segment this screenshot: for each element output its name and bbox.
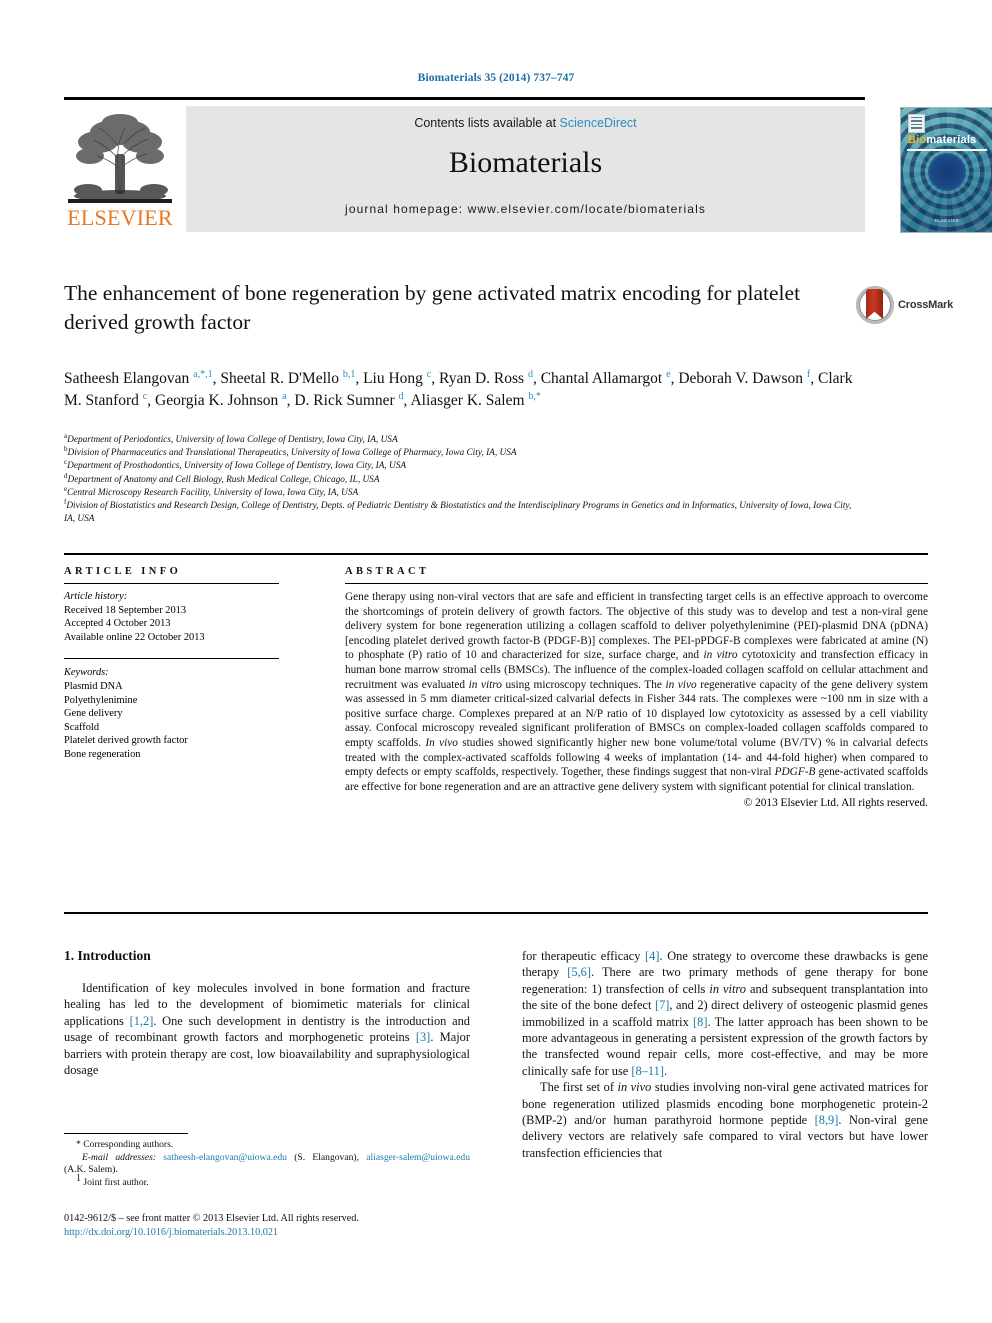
journal-homepage-link[interactable]: journal homepage: www.elsevier.com/locat…: [186, 202, 865, 216]
history-item: Received 18 September 2013: [64, 604, 187, 616]
corresponding-authors-note: * Corresponding authors.: [76, 1139, 174, 1150]
cover-footer-text: ELSEVIER: [934, 218, 960, 223]
body-column-right: for therapeutic efficacy [4]. One strate…: [522, 948, 928, 1161]
doi-link[interactable]: http://dx.doi.org/10.1016/j.biomaterials…: [64, 1226, 564, 1240]
affiliation-item: aDepartment of Periodontics, University …: [64, 432, 864, 447]
affiliation-text: Division of Pharmaceutics and Translatio…: [67, 448, 517, 459]
email-owner-2: (A.K. Salem).: [64, 1164, 118, 1176]
affiliation-text: Division of Biostatistics and Research D…: [64, 501, 852, 525]
email-link-1[interactable]: satheesh-elangovan@uiowa.edu: [163, 1152, 287, 1163]
abstract-rule: [345, 583, 928, 584]
article-info-heading: ARTICLE INFO: [64, 566, 182, 577]
cover-title: Biomaterials: [908, 134, 976, 146]
journal-masthead: ELSEVIER Contents lists available at Sci…: [64, 97, 992, 233]
affiliation-text: Central Microscopy Research Facility, Un…: [67, 487, 359, 498]
cover-title-bio: Bio: [908, 134, 927, 146]
running-head: Biomaterials 35 (2014) 737–747: [417, 72, 575, 84]
crossmark-icon: [856, 286, 894, 324]
abstract-heading: ABSTRACT: [345, 566, 430, 577]
intro-paragraph-right-1: for therapeutic efficacy [4]. One strate…: [522, 949, 928, 1078]
journal-cover-thumbnail: Biomaterials ELSEVIER: [900, 107, 992, 233]
history-item: Available online 22 October 2013: [64, 631, 205, 643]
joint-author-marker: 1: [76, 1172, 81, 1184]
keywords-label: Keywords:: [64, 667, 109, 679]
intro-paragraph-right-2: The first set of in vivo studies involvi…: [522, 1080, 929, 1160]
elsevier-wordmark: ELSEVIER: [67, 205, 173, 230]
affiliation-item: dDepartment of Anatomy and Cell Biology,…: [64, 472, 864, 487]
issn-line: 0142-9612/$ – see front matter © 2013 El…: [64, 1213, 359, 1224]
abstract-text: Gene therapy using non-viral vectors tha…: [345, 591, 929, 793]
page-title: The enhancement of bone regeneration by …: [64, 281, 801, 334]
author-list: Satheesh Elangovan a,*,1, Sheetal R. D'M…: [64, 368, 853, 409]
info-abstract-bottom-rule: [64, 912, 928, 914]
article-info-column: ARTICLE INFO Article history: Received 1…: [64, 566, 279, 762]
affiliation-text: Department of Periodontics, University o…: [67, 435, 398, 445]
introduction-heading: 1. Introduction: [64, 948, 151, 963]
affiliation-text: Department of Prosthodontics, University…: [67, 461, 407, 472]
crossmark-label: CrossMark: [898, 299, 954, 311]
affiliation-item: cDepartment of Prosthodontics, Universit…: [64, 459, 864, 473]
article-history-block: Article history: Received 18 September 2…: [64, 590, 279, 644]
footnote-rule: [64, 1133, 188, 1134]
cover-core-glow: [928, 153, 966, 192]
abstract-copyright: © 2013 Elsevier Ltd. All rights reserved…: [743, 797, 928, 810]
cover-underline: [907, 149, 987, 151]
keyword-item: Polyethylenimine: [64, 694, 138, 706]
affiliation-item: fDivision of Biostatistics and Research …: [64, 498, 864, 526]
body-column-left: 1. Introduction Identification of key mo…: [64, 948, 470, 1078]
affiliation-list: aDepartment of Periodontics, University …: [64, 432, 864, 526]
cover-title-materials: materials: [926, 134, 977, 146]
article-info-rule: [64, 583, 279, 584]
intro-paragraph-left: Identification of key molecules involved…: [64, 981, 470, 1078]
paper-page: Biomaterials 35 (2014) 737–747 ELSEVIER …: [0, 0, 992, 1323]
imprint-block: 0142-9612/$ – see front matter © 2013 El…: [64, 1212, 564, 1239]
footnote-block: * Corresponding authors. E-mail addresse…: [64, 1139, 470, 1189]
affiliation-item: bDivision of Pharmaceutics and Translati…: [64, 446, 864, 460]
affiliation-text: Department of Anatomy and Cell Biology, …: [67, 474, 380, 485]
keyword-item: Gene delivery: [64, 708, 123, 720]
crossmark-badge[interactable]: CrossMark: [856, 286, 953, 326]
contents-available-line: Contents lists available at ScienceDirec…: [186, 116, 865, 130]
keywords-rule: [64, 658, 279, 660]
journal-title: Biomaterials: [448, 146, 603, 179]
affiliation-item: eCentral Microscopy Research Facility, U…: [64, 485, 864, 500]
contents-panel: Contents lists available at ScienceDirec…: [186, 106, 865, 232]
article-history-label: Article history:: [64, 591, 128, 602]
keyword-item: Scaffold: [64, 721, 100, 733]
abstract-column: ABSTRACT Gene therapy using non-viral ve…: [345, 566, 928, 811]
email-addresses-note: E-mail addresses: satheesh-elangovan@uio…: [64, 1152, 470, 1177]
sciencedirect-link[interactable]: ScienceDirect: [560, 116, 637, 130]
keyword-item: Bone regeneration: [64, 748, 141, 760]
joint-author-text: Joint first author.: [83, 1176, 149, 1188]
masthead-top-rule: [64, 97, 865, 100]
contents-prefix: Contents lists available at: [414, 116, 560, 130]
keyword-item: Platelet derived growth factor: [64, 735, 188, 747]
joint-first-author-note: 1 Joint first author.: [64, 1173, 470, 1190]
history-item: Accepted 4 October 2013: [64, 618, 171, 630]
keyword-item: Plasmid DNA: [64, 680, 123, 692]
email-owner-1: (S. Elangovan),: [294, 1151, 359, 1163]
email-link-2[interactable]: aliasger-salem@uiowa.edu: [366, 1152, 470, 1163]
elsevier-logo: ELSEVIER: [64, 106, 176, 232]
email-label: E-mail addresses:: [82, 1151, 157, 1163]
cover-badge-icon: [908, 114, 925, 133]
keywords-block: Keywords: Plasmid DNA Polyethylenimine G…: [64, 666, 279, 761]
elsevier-tree-icon: [68, 106, 172, 204]
info-abstract-top-rule: [64, 553, 928, 555]
